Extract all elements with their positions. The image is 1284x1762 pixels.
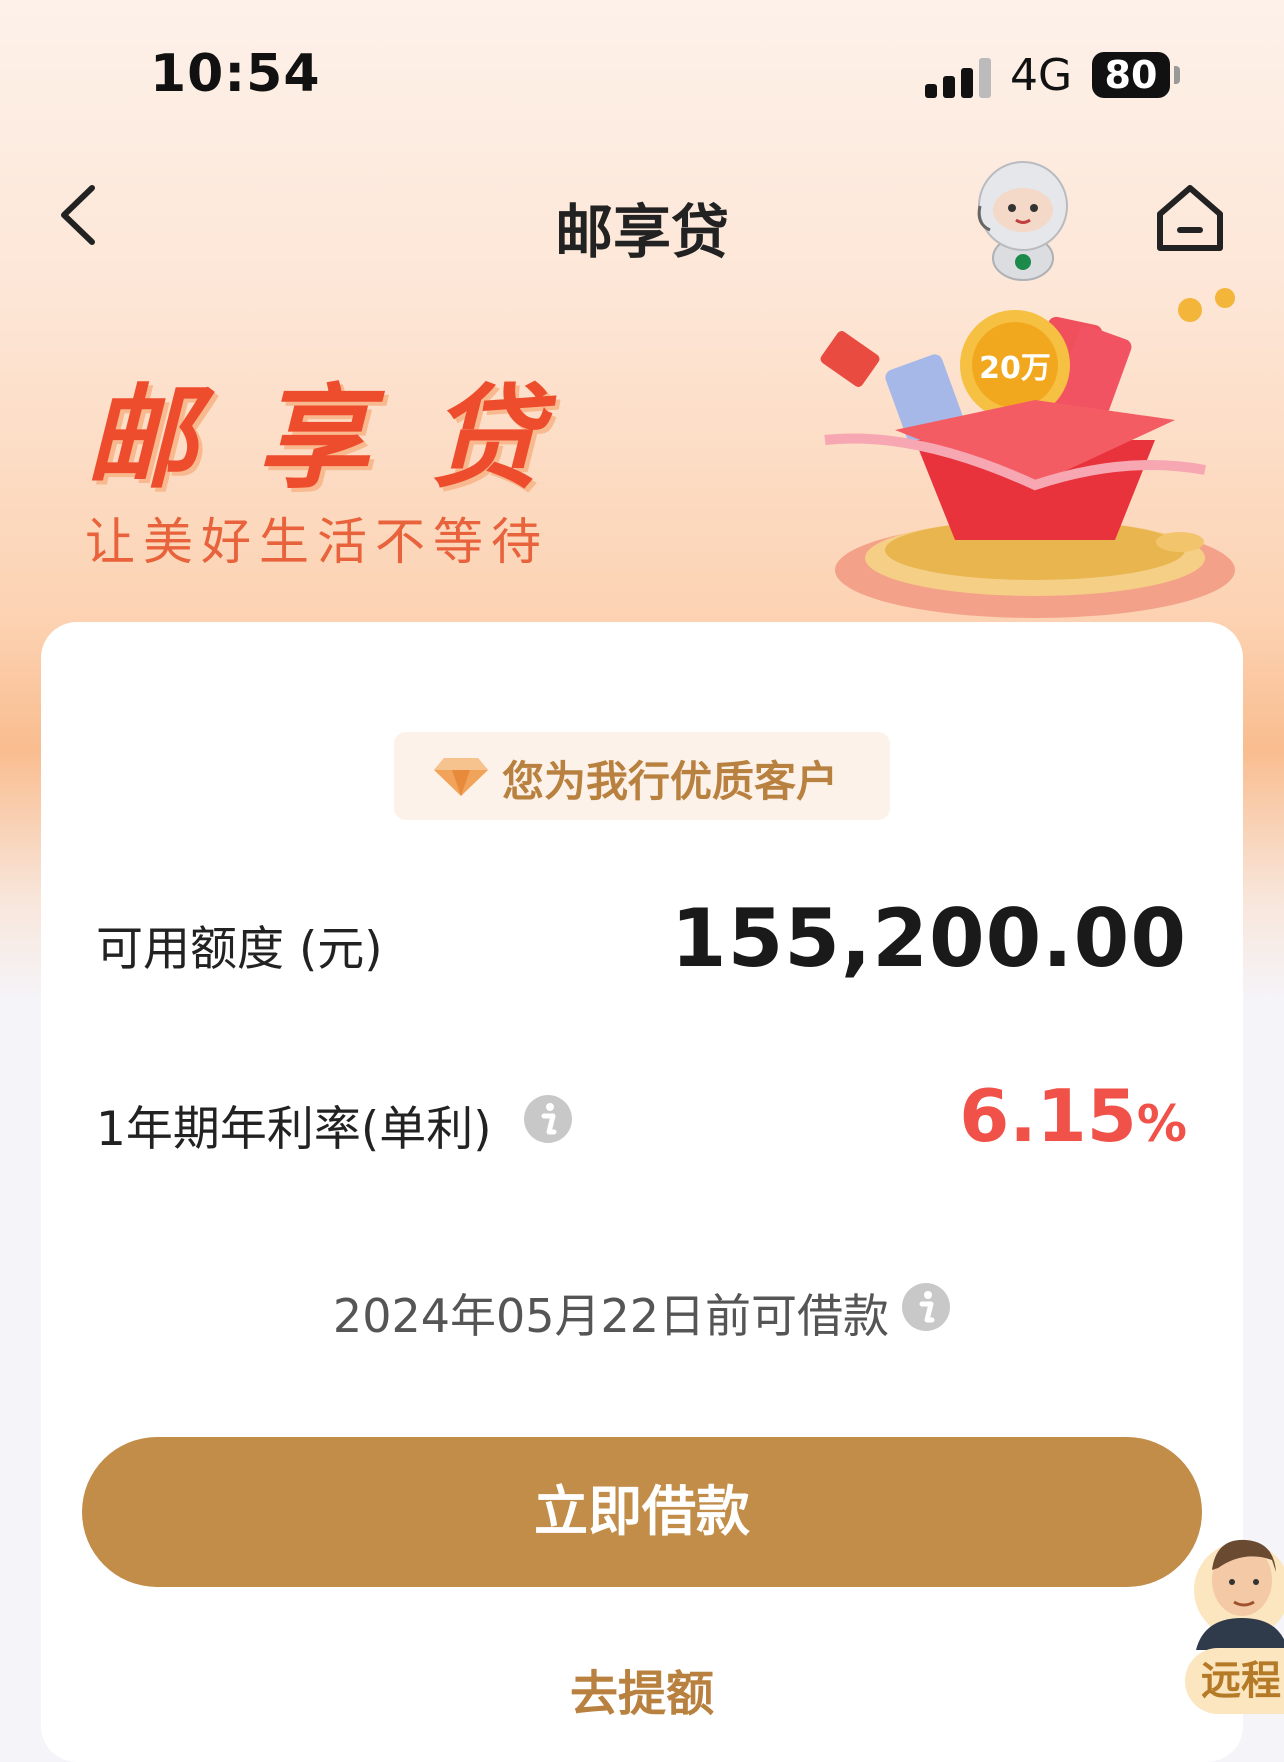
deadline-text: 2024年05月22日前可借款 — [332, 1289, 890, 1343]
available-limit-label: 可用额度 (元) — [96, 922, 383, 977]
banner-subtitle: 让美好生活不等待 — [85, 513, 549, 571]
badge-text: 您为我行优质客户 — [502, 757, 839, 806]
borrow-now-button[interactable]: 立即借款 — [82, 1437, 1202, 1587]
home-icon[interactable] — [1152, 180, 1228, 256]
raise-limit-link[interactable]: 去提额 — [41, 1654, 1243, 1724]
rate-unit: % — [1136, 1095, 1187, 1153]
diamond-icon — [434, 758, 488, 796]
promo-banner: 邮享贷 让美好生活不等待 20万 — [0, 280, 1284, 620]
rate-info-icon[interactable] — [523, 1094, 573, 1144]
robot-assistant-icon[interactable] — [968, 158, 1078, 283]
premium-customer-badge: 您为我行优质客户 — [394, 732, 890, 820]
status-bar: 10:54 4G 80 — [0, 0, 1284, 150]
signal-icon — [925, 56, 993, 98]
rate-number: 6.15 — [959, 1074, 1137, 1158]
banner-title: 邮享贷 — [85, 374, 601, 504]
remote-advisor-label[interactable]: 远程 — [1185, 1648, 1284, 1714]
borrow-deadline: 2024年05月22日前可借款 — [41, 1280, 1243, 1346]
gift-box-illustration: 20万 — [820, 288, 1235, 618]
network-type: 4G — [1010, 50, 1073, 101]
annual-rate-value: 6.15% — [959, 1074, 1187, 1158]
prize-amount-label: 20万 — [979, 351, 1051, 386]
navigation-bar: 邮享贷 — [0, 150, 1284, 283]
available-limit-value: 155,200.00 — [670, 892, 1187, 985]
deadline-info-icon[interactable] — [901, 1282, 951, 1332]
status-time: 10:54 — [150, 44, 321, 104]
annual-rate-label: 1年期年利率(单利) — [96, 1102, 492, 1157]
loan-card: 您为我行优质客户 可用额度 (元) 155,200.00 1年期年利率(单利) … — [41, 622, 1243, 1762]
battery-cap — [1174, 66, 1180, 84]
battery-icon: 80 — [1092, 52, 1170, 98]
page-title: 邮享贷 — [554, 198, 729, 266]
